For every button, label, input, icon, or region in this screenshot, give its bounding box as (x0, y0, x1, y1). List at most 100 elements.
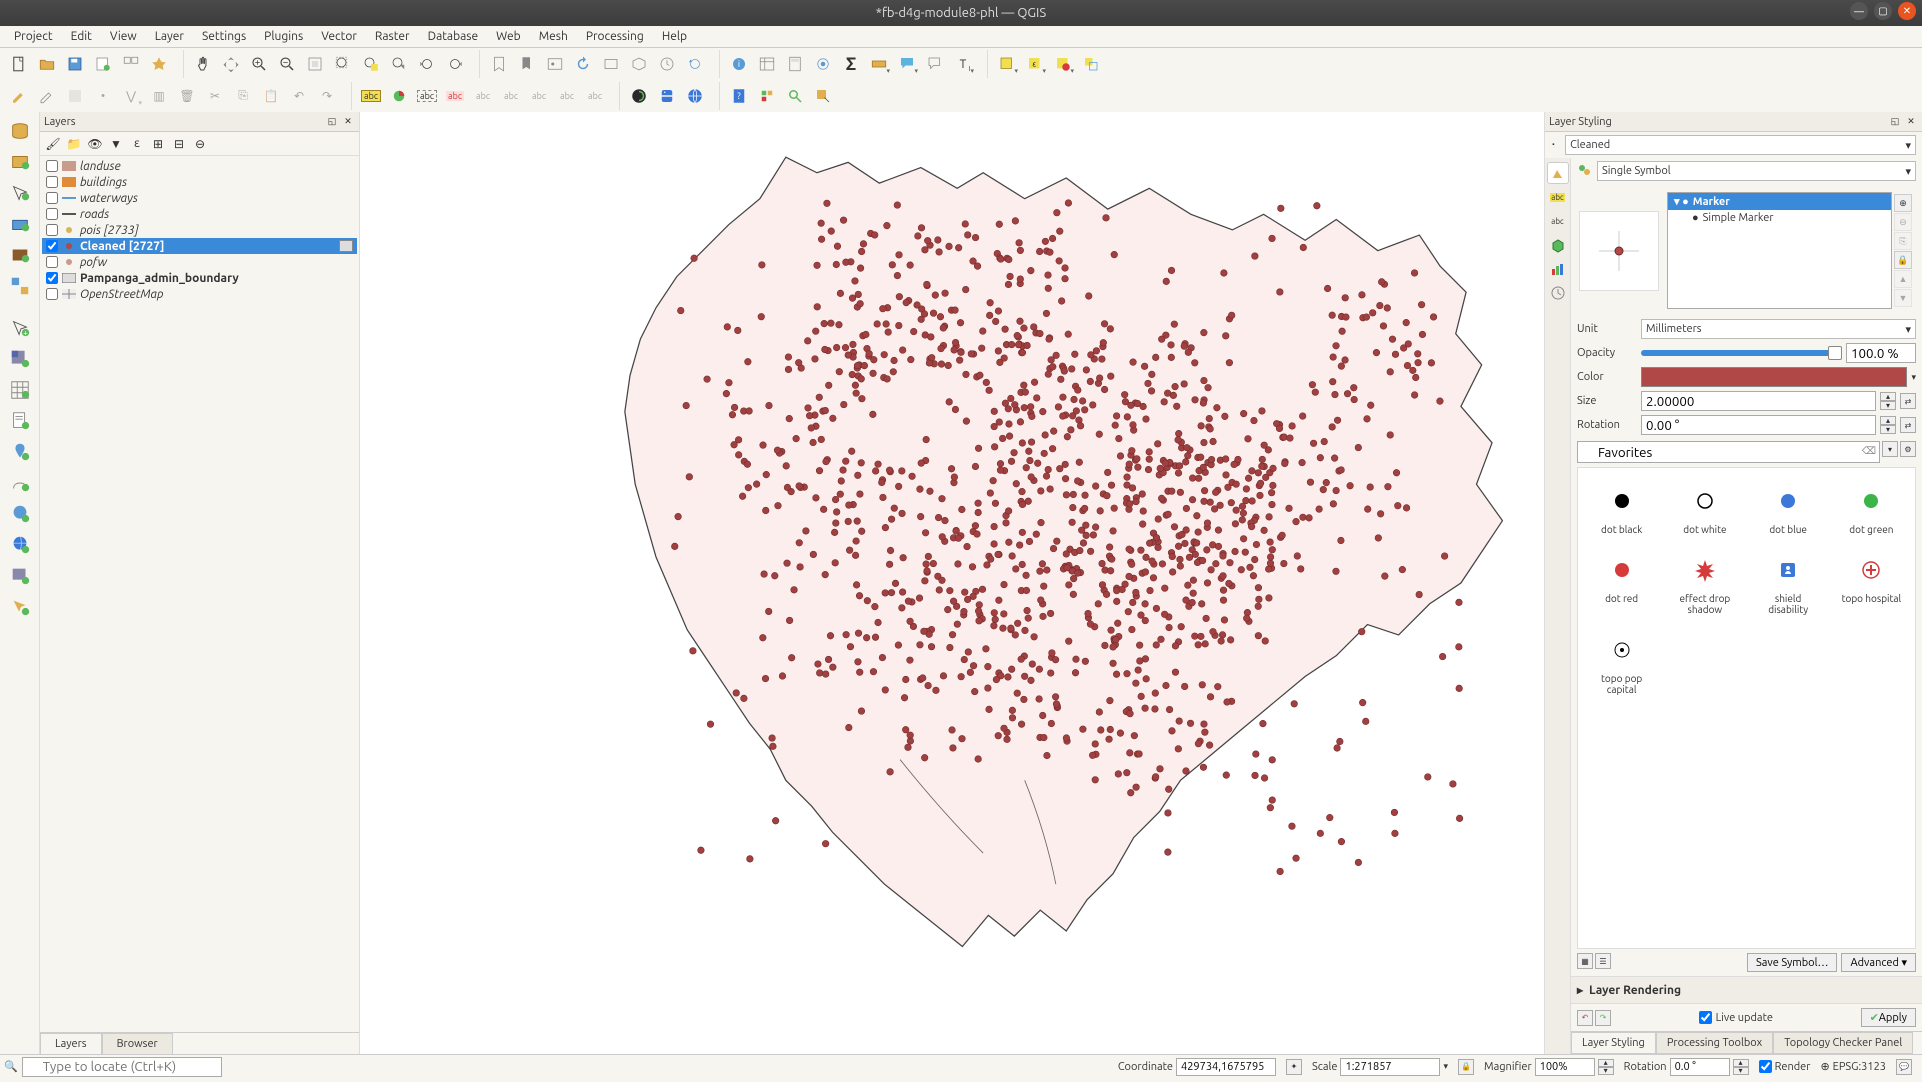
menu-view[interactable]: View (102, 28, 145, 45)
layer-row[interactable]: OpenStreetMap (42, 286, 357, 302)
active-layer-dropdown[interactable]: Cleaned▾ (1565, 135, 1916, 155)
label-toolbar-label-button[interactable]: abc (358, 83, 384, 109)
favorite-symbol[interactable]: dot green (1834, 480, 1909, 541)
favorite-symbol[interactable]: topo pop capital (1584, 629, 1659, 701)
favorites-search-input[interactable] (1577, 441, 1880, 463)
redo-style-button[interactable]: ↷ (1595, 1010, 1611, 1026)
collapse-all-button[interactable]: ⊟ (170, 135, 188, 153)
select-by-location-button[interactable] (1078, 51, 1104, 77)
filter-expression-button[interactable]: ε (128, 135, 146, 153)
panel-float-button[interactable]: ◱ (1888, 115, 1902, 129)
zoom-full-button[interactable] (330, 51, 356, 77)
add-feature-button[interactable]: • (90, 83, 116, 109)
panel-close-button[interactable]: ✕ (341, 115, 355, 129)
renderer-dropdown[interactable]: Single Symbol▾ (1597, 161, 1916, 181)
zoom-out-button[interactable] (274, 51, 300, 77)
list-view-button[interactable]: ☰ (1595, 953, 1611, 969)
add-raster-layer-button[interactable] (4, 344, 36, 374)
open-project-button[interactable] (34, 51, 60, 77)
add-vector-layer-button[interactable]: + (4, 313, 36, 343)
map-canvas[interactable] (360, 112, 1544, 1054)
georeferencer-button[interactable] (782, 83, 808, 109)
new-virtual-layer-button[interactable] (4, 240, 36, 270)
layer-visibility-checkbox[interactable] (46, 176, 58, 188)
color-picker[interactable] (1641, 367, 1907, 387)
menu-database[interactable]: Database (420, 28, 487, 45)
annotation-button[interactable]: TI (950, 51, 976, 77)
osm-download-button[interactable] (626, 83, 652, 109)
current-edits-button[interactable] (6, 83, 32, 109)
remove-layer-button[interactable]: ⊖ (191, 135, 209, 153)
show-bookmarks-button[interactable] (514, 51, 540, 77)
layer-visibility-checkbox[interactable] (46, 192, 58, 204)
manage-visibility-button[interactable]: 👁 (86, 135, 104, 153)
clear-search-button[interactable]: ⌫ (1862, 445, 1876, 457)
marker-tree-simple-marker[interactable]: ●Simple Marker (1668, 210, 1891, 226)
layer-tree[interactable]: landusebuildingswaterwaysroadspois [2733… (40, 156, 359, 1032)
zoom-last-button[interactable] (414, 51, 440, 77)
filter-legend-button[interactable]: ▼ (107, 135, 125, 153)
new-project-button[interactable] (6, 51, 32, 77)
menu-vector[interactable]: Vector (313, 28, 365, 45)
panel-float-button[interactable]: ◱ (325, 115, 339, 129)
zoom-selection-button[interactable] (358, 51, 384, 77)
add-symbol-layer-button[interactable]: ⊕ (1894, 194, 1912, 212)
3d-view-tab[interactable] (1547, 234, 1569, 256)
new-print-layout-button[interactable] (90, 51, 116, 77)
render-checkbox[interactable]: Render (1759, 1060, 1811, 1073)
history-tab[interactable] (1547, 282, 1569, 304)
panel-close-button[interactable]: ✕ (1904, 115, 1918, 129)
label-pin-button[interactable]: abc (442, 83, 468, 109)
magnifier-down[interactable]: ▾ (1598, 1067, 1614, 1075)
label-toolbar-diagram-button[interactable] (386, 83, 412, 109)
field-calculator-button[interactable] (782, 51, 808, 77)
size-spin-up[interactable]: ▴ (1880, 392, 1896, 401)
new-3d-map-view-button[interactable] (626, 51, 652, 77)
rotation-spin-up[interactable]: ▴ (1880, 416, 1896, 425)
pan-to-selection-button[interactable] (218, 51, 244, 77)
layer-visibility-checkbox[interactable] (46, 240, 58, 252)
window-maximize-button[interactable]: ▢ (1874, 2, 1892, 20)
lock-scale-button[interactable]: 🔒 (1458, 1059, 1474, 1075)
browser-tab[interactable]: Browser (102, 1033, 173, 1054)
layers-tab[interactable]: Layers (40, 1033, 102, 1054)
favorite-symbol[interactable]: topo hospital (1834, 549, 1909, 621)
temporal-button[interactable] (654, 51, 680, 77)
live-update-checkbox[interactable]: Live update (1699, 1011, 1773, 1024)
layer-styling-button[interactable]: 🖌 (44, 135, 62, 153)
add-mesh-layer-button[interactable] (4, 375, 36, 405)
layer-visibility-checkbox[interactable] (46, 256, 58, 268)
open-attribute-table-button[interactable] (754, 51, 780, 77)
menu-settings[interactable]: Settings (194, 28, 254, 45)
zoom-layer-button[interactable] (386, 51, 412, 77)
undo-button[interactable]: ↶ (286, 83, 312, 109)
label-change-button[interactable]: abc (554, 83, 580, 109)
save-project-button[interactable] (62, 51, 88, 77)
add-delimited-text-button[interactable] (4, 406, 36, 436)
zoom-native-button[interactable] (302, 51, 328, 77)
layer-row[interactable]: roads (42, 206, 357, 222)
messages-button[interactable]: 💬 (1896, 1059, 1912, 1075)
layer-visibility-checkbox[interactable] (46, 224, 58, 236)
new-map-view-button[interactable] (598, 51, 624, 77)
masks-tab[interactable]: abc (1547, 210, 1569, 232)
processing-toolbox-button[interactable] (810, 51, 836, 77)
help-button[interactable]: ? (726, 83, 752, 109)
style-manager-button[interactable] (146, 51, 172, 77)
identify-button[interactable]: i (726, 51, 752, 77)
favorite-symbol[interactable]: effect drop shadow (1667, 549, 1742, 621)
pan-button[interactable] (190, 51, 216, 77)
add-spatialite-layer-button[interactable] (4, 437, 36, 467)
redo-button[interactable]: ↷ (314, 83, 340, 109)
opacity-slider[interactable] (1641, 350, 1842, 356)
expand-all-button[interactable]: ⊞ (149, 135, 167, 153)
move-up-button[interactable]: ▲ (1894, 270, 1912, 288)
menu-help[interactable]: Help (654, 28, 695, 45)
refresh-button[interactable] (570, 51, 596, 77)
label-rotate-button[interactable]: abc (526, 83, 552, 109)
apply-button[interactable]: ✔Apply (1861, 1008, 1916, 1027)
layer-visibility-checkbox[interactable] (46, 208, 58, 220)
new-memory-layer-button[interactable] (4, 271, 36, 301)
locator-input[interactable] (22, 1057, 222, 1077)
move-down-button[interactable]: ▼ (1894, 289, 1912, 307)
